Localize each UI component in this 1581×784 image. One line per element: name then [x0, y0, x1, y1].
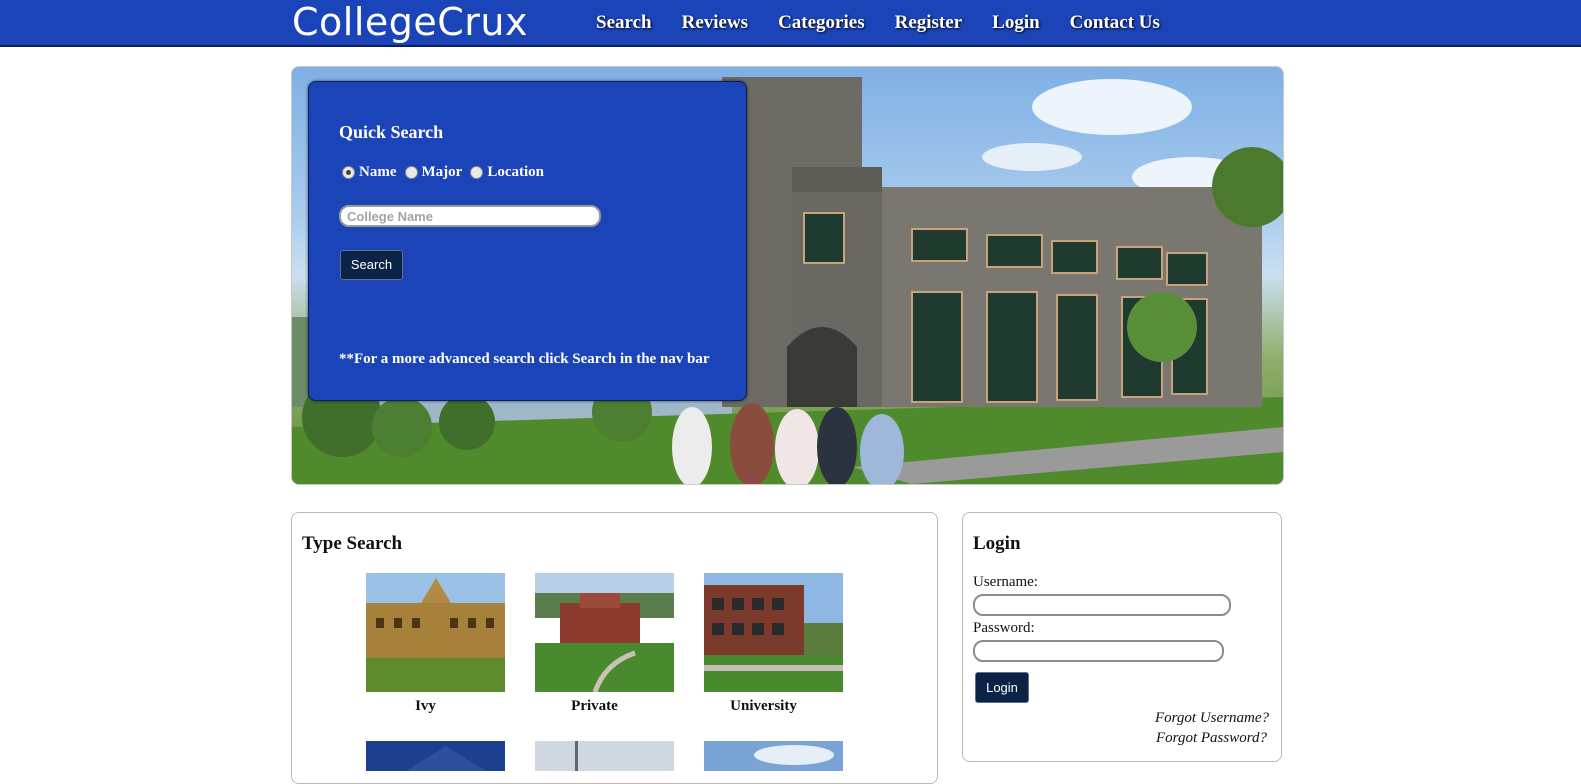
radio-major[interactable]	[404, 166, 418, 179]
nav-login[interactable]: Login	[992, 12, 1040, 34]
ivy-thumbnail[interactable]	[366, 573, 505, 692]
radio-name[interactable]	[342, 166, 355, 179]
type-thumbnail-row2-2[interactable]	[535, 741, 674, 771]
forgot-password-link[interactable]: Forgot Password?	[1156, 730, 1267, 747]
private-label[interactable]: Private	[525, 698, 664, 715]
type-image-row2-1	[366, 741, 505, 771]
top-nav-bar: CollegeCrux Search Reviews Categories Re…	[0, 0, 1581, 47]
login-panel: Login Username: Password: Login Forgot U…	[962, 512, 1282, 762]
nav-search[interactable]: Search	[596, 12, 652, 34]
nav-contact-us[interactable]: Contact Us	[1070, 12, 1160, 34]
radio-location-label[interactable]: Location	[487, 164, 544, 181]
university-thumbnail[interactable]	[704, 573, 843, 692]
college-name-input[interactable]	[339, 205, 601, 227]
university-label[interactable]: University	[694, 698, 833, 715]
password-label: Password:	[973, 620, 1035, 636]
quick-search-button[interactable]: Search	[340, 250, 403, 280]
login-title: Login	[973, 533, 1021, 554]
password-input[interactable]	[973, 640, 1224, 662]
ivy-label[interactable]: Ivy	[356, 698, 495, 715]
radio-location[interactable]	[470, 166, 484, 179]
search-type-radios: Name Major Location	[342, 164, 552, 181]
type-thumbnail-row2-3[interactable]	[704, 741, 843, 771]
nav-categories[interactable]: Categories	[778, 12, 865, 34]
nav-register[interactable]: Register	[895, 12, 963, 34]
private-image	[535, 573, 674, 692]
type-thumbnail-row2-1[interactable]	[366, 741, 505, 771]
nav-reviews[interactable]: Reviews	[682, 12, 748, 34]
private-thumbnail[interactable]	[535, 573, 674, 692]
quick-search-panel: Quick Search Name Major Location Search …	[308, 81, 747, 401]
ivy-image	[366, 573, 505, 692]
radio-name-label[interactable]: Name	[359, 164, 397, 181]
username-input[interactable]	[973, 594, 1231, 616]
quick-search-title: Quick Search	[339, 122, 444, 142]
main-nav: Search Reviews Categories Register Login…	[596, 0, 1190, 45]
type-image-row2-3	[704, 741, 843, 771]
type-search-title: Type Search	[302, 533, 403, 554]
forgot-username-link[interactable]: Forgot Username?	[1155, 710, 1269, 727]
site-logo[interactable]: CollegeCrux	[292, 0, 528, 44]
type-image-row2-2	[535, 741, 674, 771]
login-button[interactable]: Login	[975, 672, 1029, 703]
advanced-search-note: **For a more advanced search click Searc…	[339, 351, 710, 367]
university-image	[704, 573, 843, 692]
radio-major-label[interactable]: Major	[422, 164, 463, 181]
username-label: Username:	[973, 574, 1038, 590]
type-search-panel: Type Search Ivy Private University	[291, 512, 938, 784]
